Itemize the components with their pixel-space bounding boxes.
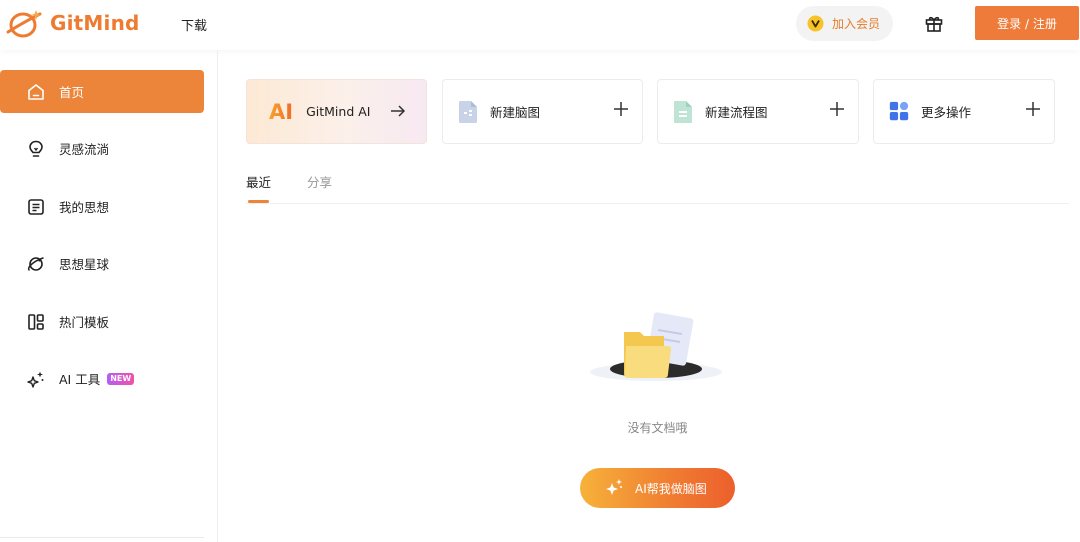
empty-folder-illustration [590, 312, 722, 381]
sidebar-item-ai-tools[interactable]: AI 工具 NEW [0, 357, 204, 400]
sidebar-item-templates[interactable]: 热门模板 [0, 300, 204, 343]
grid-icon [889, 101, 909, 120]
sidebar-item-label: 我的思想 [59, 200, 110, 215]
join-vip-label: 加入会员 [832, 17, 881, 31]
sidebar-divider [0, 537, 204, 538]
ai-make-mindmap-button[interactable]: AI帮我做脑图 [580, 468, 735, 508]
sidebar-item-label: 热门模板 [59, 315, 110, 330]
tab-recent[interactable]: 最近 [246, 172, 271, 191]
vip-coin-icon [807, 15, 824, 32]
new-mindmap-card[interactable]: 新建脑图 [442, 79, 643, 144]
sidebar-item-thought-planet[interactable]: 思想星球 [0, 242, 204, 285]
flowchart-file-icon [674, 100, 692, 123]
sidebar-item-label: AI 工具 [59, 372, 101, 387]
gift-button[interactable] [924, 13, 944, 33]
plus-icon [1026, 102, 1040, 116]
sparkle-icon [606, 479, 622, 495]
document-icon [25, 196, 47, 218]
plus-icon [830, 102, 844, 116]
sidebar-item-label: 灵感流淌 [59, 142, 110, 157]
tabs-divider [246, 203, 1069, 204]
join-vip-button[interactable]: 加入会员 [796, 6, 893, 41]
sidebar-item-home[interactable]: 首页 [0, 70, 204, 113]
sidebar-item-label: 思想星球 [59, 257, 110, 272]
empty-message: 没有文档哦 [627, 421, 688, 435]
new-mindmap-label: 新建脑图 [490, 105, 541, 120]
sidebar: 首页 灵感流淌 我的思想 思想星球 热门模板 AI 工具 NEW [0, 50, 218, 542]
login-register-button[interactable]: 登录 / 注册 [975, 6, 1079, 40]
tab-share[interactable]: 分享 [307, 172, 332, 191]
gitmind-logo[interactable]: GitMind [6, 8, 140, 38]
mindmap-file-icon [459, 100, 477, 123]
gitmind-ai-card[interactable]: AI GitMind AI [246, 79, 427, 144]
more-actions-label: 更多操作 [921, 105, 972, 120]
gitmind-logo-icon [6, 10, 42, 38]
brand-name: GitMind [50, 11, 140, 35]
new-flowchart-card[interactable]: 新建流程图 [657, 79, 859, 144]
new-badge: NEW [107, 372, 135, 385]
planet-icon [25, 253, 47, 275]
home-icon [25, 81, 47, 103]
arrow-right-icon [391, 105, 406, 117]
more-actions-card[interactable]: 更多操作 [873, 79, 1055, 144]
gitmind-ai-label: GitMind AI [306, 104, 371, 119]
template-icon [25, 311, 47, 333]
nav-download-link[interactable]: 下载 [181, 15, 207, 34]
ai-make-mindmap-label: AI帮我做脑图 [635, 481, 707, 496]
top-bar: GitMind 下载 加入会员 登录 / 注册 [0, 0, 1080, 50]
bulb-icon [25, 138, 47, 160]
sidebar-item-my-thoughts[interactable]: 我的思想 [0, 185, 204, 228]
sparkle-icon [25, 368, 47, 390]
ai-logo-icon: AI [269, 99, 294, 124]
gift-icon [925, 16, 943, 32]
new-flowchart-label: 新建流程图 [705, 105, 768, 120]
sidebar-item-inspiration[interactable]: 灵感流淌 [0, 127, 204, 170]
plus-icon [614, 102, 628, 116]
sidebar-item-label: 首页 [59, 85, 85, 100]
